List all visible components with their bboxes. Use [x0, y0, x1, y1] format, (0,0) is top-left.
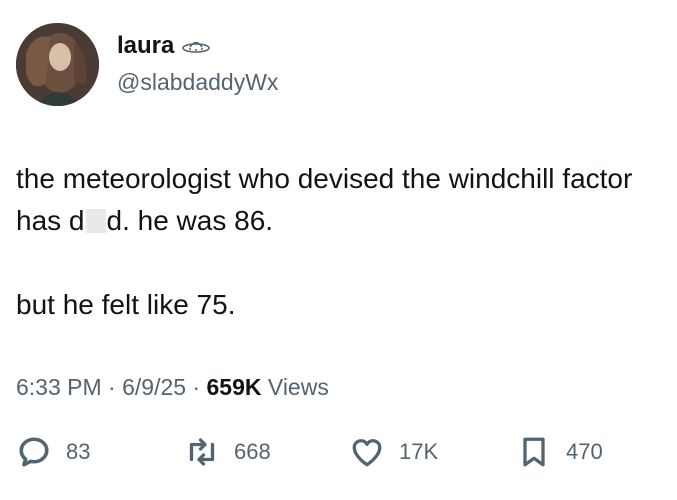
- ufo-icon: [182, 38, 211, 54]
- tweet-time[interactable]: 6:33 PM: [16, 374, 102, 400]
- reply-icon: [16, 434, 52, 470]
- like-button[interactable]: 17K: [349, 434, 438, 470]
- repost-button[interactable]: 668: [184, 434, 271, 470]
- bookmark-button[interactable]: 470: [516, 434, 603, 470]
- action-bar: 83 668 17K 470: [16, 434, 656, 474]
- censor-block: [85, 209, 106, 233]
- reply-count: 83: [66, 439, 91, 464]
- tweet-paragraph-2: but he felt like 75.: [16, 289, 236, 320]
- heart-icon: [349, 434, 385, 470]
- author-display-name[interactable]: laura: [117, 34, 174, 58]
- tweet-date[interactable]: 6/9/25: [122, 374, 186, 400]
- tweet-meta: 6:33 PM · 6/9/25 · 659K Views: [16, 374, 329, 401]
- avatar[interactable]: [16, 23, 99, 106]
- repost-icon: [184, 434, 220, 470]
- author-name-row: laura: [117, 34, 211, 58]
- like-count: 17K: [399, 439, 439, 464]
- reply-button[interactable]: 83: [16, 434, 90, 470]
- bookmark-count: 470: [566, 439, 603, 464]
- bookmark-icon: [516, 434, 552, 470]
- repost-count: 668: [234, 439, 271, 464]
- tweet-text-part: d. he was 86.: [106, 205, 274, 236]
- meta-separator: ·: [108, 374, 116, 400]
- meta-separator: ·: [192, 374, 201, 400]
- tweet-paragraph-1: the meteorologist who devised the windch…: [16, 158, 656, 242]
- tweet-text: the meteorologist who devised the windch…: [16, 158, 656, 326]
- views-count: 659K: [206, 374, 262, 400]
- avatar-image: [16, 23, 99, 106]
- views-label: Views: [267, 374, 329, 400]
- author-handle[interactable]: @slabdaddyWx: [117, 69, 278, 96]
